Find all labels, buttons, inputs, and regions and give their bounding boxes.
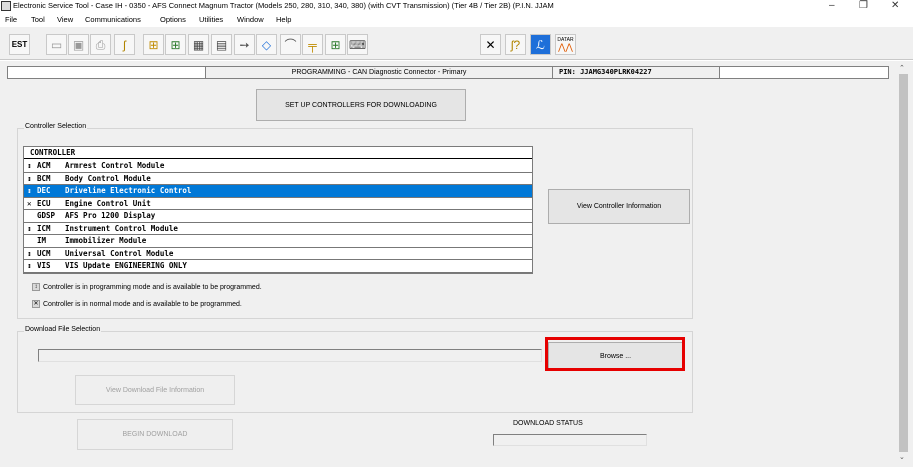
close-button[interactable]: ✕ bbox=[891, 0, 899, 12]
scrollbar-thumb[interactable] bbox=[899, 74, 908, 452]
programming-status: PROGRAMMING - CAN Diagnostic Connector -… bbox=[205, 66, 553, 79]
list-item-selected[interactable]: ↕ DEC Driveline Electronic Control bbox=[24, 185, 532, 198]
setup-controllers-button[interactable]: SET UP CONTROLLERS FOR DOWNLOADING bbox=[256, 89, 466, 121]
app-icon bbox=[1, 1, 11, 11]
controller-name: Engine Control Unit bbox=[65, 198, 151, 208]
menu-help[interactable]: Help bbox=[276, 15, 291, 24]
toolbar: EST ▭ ▣ ⎙ ʃ ⊞ ⊞ ▦ ▤ ➙ ◇ ⌒ ╤ ⊞ ⌨ ✕ ʃ? ℒ D… bbox=[0, 27, 913, 60]
view-controller-info-button[interactable]: View Controller Information bbox=[548, 189, 690, 224]
programming-mode-icon: ↕ bbox=[27, 261, 32, 270]
controller-name: AFS Pro 1200 Display bbox=[65, 211, 156, 220]
legend-programming-text: Controller is in programming mode and is… bbox=[43, 283, 262, 291]
legend-programming: ↕ Controller is in programming mode and i… bbox=[32, 283, 262, 291]
programming-mode-icon: ↕ bbox=[27, 173, 32, 183]
list-item[interactable]: ↕ ICM Instrument Control Module bbox=[24, 223, 532, 235]
controller-code: DEC bbox=[37, 186, 51, 195]
title-bar: Electronic Service Tool - Case IH - 0350… bbox=[0, 0, 913, 13]
scroll-down-icon[interactable]: ⌄ bbox=[899, 453, 905, 461]
controller-selection-label: Controller Selection bbox=[24, 123, 88, 130]
minimize-button[interactable]: – bbox=[829, 0, 835, 12]
download-file-path-field[interactable] bbox=[38, 349, 542, 362]
controller-name: Immobilizer Module bbox=[65, 236, 147, 245]
legend-normal-text: Controller is in normal mode and is avai… bbox=[43, 300, 242, 308]
module-icon[interactable]: ▦ bbox=[188, 34, 209, 55]
list-item[interactable]: ↕ VIS VIS Update ENGINEERING ONLY bbox=[24, 260, 532, 273]
download-status-label: DOWNLOAD STATUS bbox=[513, 420, 583, 427]
menu-utilities[interactable]: Utilities bbox=[199, 15, 223, 24]
controller-name: Instrument Control Module bbox=[65, 223, 178, 233]
normal-mode-icon: ✕ bbox=[32, 300, 40, 308]
window-title: Electronic Service Tool - Case IH - 0350… bbox=[13, 1, 554, 10]
controller-name: Driveline Electronic Control bbox=[65, 186, 192, 195]
est-icon[interactable]: EST bbox=[9, 34, 30, 55]
save-icon[interactable]: ▣ bbox=[68, 34, 89, 55]
menu-file[interactable]: File bbox=[5, 15, 17, 24]
browse-highlight bbox=[545, 337, 685, 371]
controller-selection-group: Controller Selection CONTROLLER ↕ ACM Ar… bbox=[17, 123, 693, 319]
settings-icon[interactable]: ℒ bbox=[530, 34, 551, 55]
programming-mode-icon: ↕ bbox=[27, 223, 32, 233]
controller-code: ECU bbox=[37, 198, 51, 208]
tools-icon[interactable]: ✕ bbox=[480, 34, 501, 55]
menu-window[interactable]: Window bbox=[237, 15, 264, 24]
list-item[interactable]: GDSP AFS Pro 1200 Display bbox=[24, 210, 532, 223]
begin-download-button[interactable]: BEGIN DOWNLOAD bbox=[77, 419, 233, 450]
network-icon[interactable]: ⊞ bbox=[143, 34, 164, 55]
status-row: PROGRAMMING - CAN Diagnostic Connector -… bbox=[7, 66, 889, 79]
diamond-icon[interactable]: ◇ bbox=[256, 34, 277, 55]
legend-normal: ✕ Controller is in normal mode and is ava… bbox=[32, 300, 242, 308]
menu-tool[interactable]: Tool bbox=[31, 15, 45, 24]
list-item[interactable]: ↕ BCM Body Control Module bbox=[24, 173, 532, 185]
controller-code: BCM bbox=[37, 173, 51, 183]
menu-communications[interactable]: Communications bbox=[85, 15, 141, 24]
folder-open-icon[interactable]: ▭ bbox=[46, 34, 67, 55]
controller-code: UCM bbox=[37, 248, 51, 258]
controller-code: GDSP bbox=[37, 211, 56, 220]
module-alt-icon[interactable]: ▤ bbox=[211, 34, 232, 55]
controller-code: VIS bbox=[37, 261, 51, 270]
list-item[interactable]: ↕ ACM Armrest Control Module bbox=[24, 160, 532, 173]
controller-column-header: CONTROLLER bbox=[24, 147, 532, 159]
menu-view[interactable]: View bbox=[57, 15, 73, 24]
sensor-icon[interactable]: ⌒ bbox=[280, 34, 301, 55]
programming-mode-icon: ↕ bbox=[27, 161, 32, 170]
main-panel: PROGRAMMING - CAN Diagnostic Connector -… bbox=[0, 61, 913, 467]
programming-mode-icon: ↕ bbox=[27, 248, 32, 258]
print-icon[interactable]: ⎙ bbox=[90, 34, 111, 55]
programming-mode-icon: ↕ bbox=[32, 283, 40, 291]
vertical-scrollbar[interactable]: ⌃ ⌄ bbox=[896, 62, 912, 465]
list-item[interactable]: ↕ UCM Universal Control Module bbox=[24, 248, 532, 260]
controller-name: Armrest Control Module bbox=[65, 161, 165, 170]
download-file-label: Download File Selection bbox=[24, 326, 102, 333]
controller-name: VIS Update ENGINEERING ONLY bbox=[65, 261, 187, 270]
network-alt-icon[interactable]: ⊞ bbox=[165, 34, 186, 55]
controller-code: IM bbox=[37, 236, 47, 245]
list-item[interactable]: IM Immobilizer Module bbox=[24, 235, 532, 248]
help-probe-icon[interactable]: ʃ? bbox=[505, 34, 526, 55]
pin-display: PIN: JJAMG340PLRK04227 bbox=[552, 66, 720, 79]
list-item[interactable]: ✕ ECU Engine Control Unit bbox=[24, 198, 532, 210]
keyboard-icon[interactable]: ⌨ bbox=[347, 34, 368, 55]
view-download-file-info-button[interactable]: View Download File Information bbox=[75, 375, 235, 405]
controller-code: ICM bbox=[37, 223, 51, 233]
scroll-up-icon[interactable]: ⌃ bbox=[899, 64, 905, 72]
controller-code: ACM bbox=[37, 161, 51, 170]
probe-icon[interactable]: ʃ bbox=[114, 34, 135, 55]
plug-icon[interactable]: ╤ bbox=[302, 34, 323, 55]
normal-mode-icon: ✕ bbox=[27, 198, 32, 208]
menu-options[interactable]: Options bbox=[160, 15, 186, 24]
tree-icon[interactable]: ⊞ bbox=[325, 34, 346, 55]
controller-list[interactable]: CONTROLLER ↕ ACM Armrest Control Module … bbox=[23, 146, 533, 274]
datar-icon[interactable]: DATAR ⋀⋀ bbox=[555, 34, 576, 55]
download-status-field bbox=[493, 434, 647, 446]
controller-name: Body Control Module bbox=[65, 173, 151, 183]
maximize-button[interactable]: ❐ bbox=[859, 0, 868, 12]
controller-name: Universal Control Module bbox=[65, 248, 174, 258]
programming-mode-icon: ↕ bbox=[27, 186, 32, 195]
menu-bar: File Tool View Communications Options Ut… bbox=[0, 14, 913, 26]
wrench-arrow-icon[interactable]: ➙ bbox=[234, 34, 255, 55]
